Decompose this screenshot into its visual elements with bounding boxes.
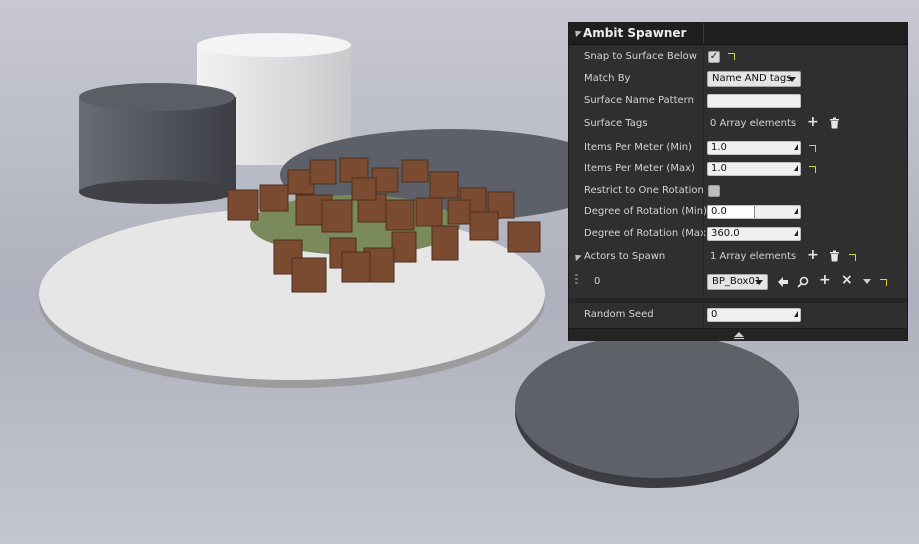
reset-arrow-icon[interactable] [880,279,887,286]
surface-name-pattern-input[interactable] [707,94,801,108]
reset-arrow-icon[interactable] [809,145,816,152]
drag-handle-icon[interactable] [575,274,578,286]
row-restrict-rotation: Restrict to One Rotation [569,180,907,202]
add-icon[interactable]: + [807,115,819,129]
row-match-by: Match By Name AND tags [569,68,907,90]
restrict-rotation-label: Restrict to One Rotation [584,185,704,196]
items-per-meter-max-label: Items Per Meter (Max) [584,163,695,174]
rotation-min-label: Degree of Rotation (Min) [584,206,707,217]
restrict-rotation-checkbox[interactable] [708,185,720,197]
row-separator [703,90,704,112]
items-per-meter-min-value: 1.0 [711,142,727,153]
row-rotation-min: Degree of Rotation (Min) 0.0 [569,201,907,223]
spin-icon [794,208,798,214]
details-panel: Ambit Spawner Snap to Surface Below ✓ Ma… [568,22,908,341]
rotation-max-value: 360.0 [711,228,740,239]
random-seed-value: 0 [711,309,718,320]
actors-to-spawn-label: Actors to Spawn [584,251,666,262]
row-separator [703,68,704,90]
random-seed-label: Random Seed [584,309,654,320]
chevron-down-icon [755,280,763,285]
collapse-arrow-icon[interactable] [572,27,582,38]
match-by-value: Name AND tags [712,73,792,84]
spin-icon [794,311,798,317]
add-icon[interactable]: + [819,273,831,287]
row-items-per-meter-min: Items Per Meter (Min) 1.0 [569,137,907,159]
row-separator [703,304,704,326]
spin-icon [794,230,798,236]
chevron-down-icon[interactable] [863,279,871,284]
snap-to-surface-label: Snap to Surface Below [584,51,697,62]
items-per-meter-min-input[interactable]: 1.0 [707,141,801,155]
advanced-toggle-bar[interactable] [569,328,907,341]
row-surface-tags: Surface Tags 0 Array elements + [569,113,907,135]
spin-icon [794,165,798,171]
random-seed-input[interactable]: 0 [707,308,801,322]
expand-arrow-icon[interactable] [572,251,582,262]
row-separator [703,180,704,202]
panel-header[interactable]: Ambit Spawner [569,23,907,45]
surface-name-pattern-label: Surface Name Pattern [584,95,694,106]
rotation-min-slider[interactable]: 0.0 [707,205,801,219]
row-separator [703,158,704,180]
add-icon[interactable]: + [807,248,819,262]
snap-to-surface-checkbox[interactable]: ✓ [708,51,720,63]
trash-icon[interactable] [829,117,840,131]
match-by-dropdown[interactable]: Name AND tags [707,71,801,87]
row-snap-to-surface: Snap to Surface Below ✓ [569,46,907,68]
chevron-up-icon [734,332,744,337]
spin-icon [794,144,798,150]
match-by-label: Match By [584,73,631,84]
header-divider [703,23,704,44]
row-separator [703,201,704,223]
trash-icon[interactable] [829,250,840,264]
actor-class-dropdown[interactable]: BP_Box01 [707,274,768,290]
section-divider [569,298,907,303]
chevron-up-underline [734,338,744,339]
row-actors-to-spawn: Actors to Spawn 1 Array elements + [569,246,907,268]
surface-tags-label: Surface Tags [584,118,648,129]
surface-tags-count: 0 Array elements [710,118,797,129]
arrow-left-icon[interactable] [777,276,789,290]
row-surface-name-pattern: Surface Name Pattern [569,90,907,112]
row-separator [703,246,704,268]
row-actor-element-0: 0 BP_Box01 + × [569,269,907,295]
row-separator [703,223,704,245]
row-separator [703,137,704,159]
reset-arrow-icon[interactable] [849,254,856,261]
reset-arrow-icon[interactable] [728,53,735,60]
rotation-min-value: 0.0 [711,206,727,217]
panel-title: Ambit Spawner [583,26,687,40]
rotation-max-label: Degree of Rotation (Max) [584,228,710,239]
actor-class-value: BP_Box01 [712,276,762,287]
items-per-meter-max-value: 1.0 [711,163,727,174]
search-icon[interactable] [797,276,809,290]
items-per-meter-min-label: Items Per Meter (Min) [584,142,692,153]
chevron-down-icon [788,77,796,82]
row-items-per-meter-max: Items Per Meter (Max) 1.0 [569,158,907,180]
row-separator [703,46,704,68]
row-rotation-max: Degree of Rotation (Max) 360.0 [569,223,907,245]
actors-to-spawn-count: 1 Array elements [710,251,797,262]
items-per-meter-max-input[interactable]: 1.0 [707,162,801,176]
row-separator [703,269,704,295]
actor-element-index: 0 [594,276,601,287]
reset-arrow-icon[interactable] [809,166,816,173]
row-separator [703,113,704,135]
row-random-seed: Random Seed 0 [569,304,907,326]
rotation-max-slider[interactable]: 360.0 [707,227,801,241]
clear-icon[interactable]: × [841,273,853,287]
